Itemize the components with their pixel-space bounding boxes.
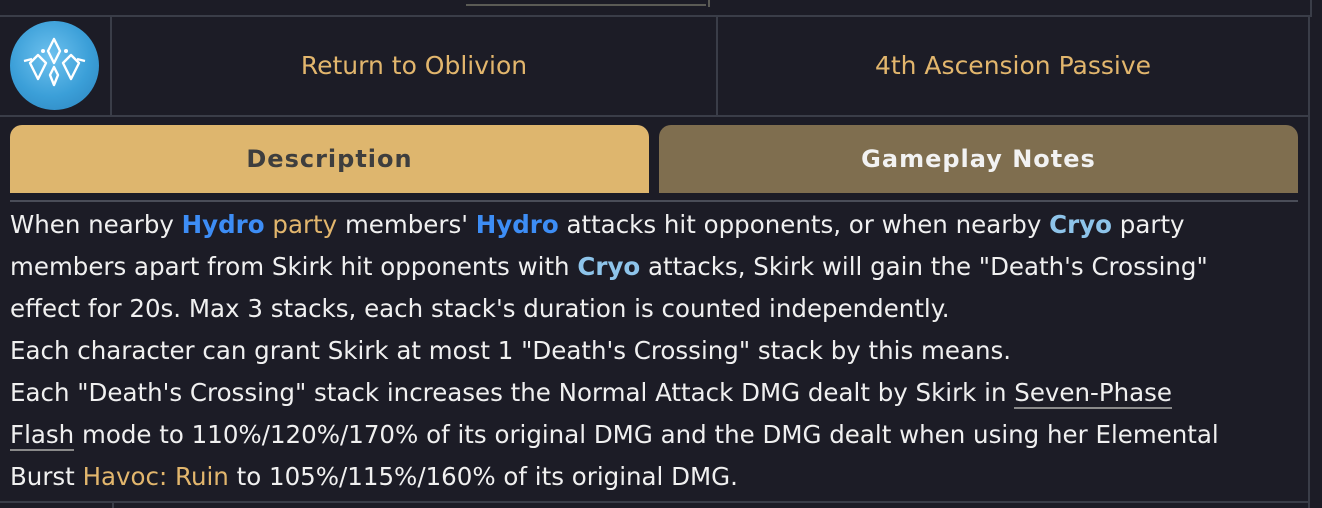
description-line: Each "Death's Crossing" stack increases … (10, 372, 1300, 414)
description-line: Flash mode to 110%/120%/170% of its orig… (10, 414, 1300, 456)
ability-type: 4th Ascension Passive (874, 50, 1152, 80)
description-line: effect for 20s. Max 3 stacks, each stack… (10, 294, 950, 323)
description-line: Burst Havoc: Ruin to 105%/115%/160% of i… (10, 456, 1300, 498)
text: party (1112, 210, 1185, 239)
table-right-border (1308, 117, 1310, 508)
text: members' (337, 210, 476, 239)
party-link[interactable]: party (272, 210, 337, 239)
hydro-keyword: Hydro (475, 210, 559, 239)
havoc-ruin-link[interactable]: Havoc: Ruin (83, 462, 229, 491)
tab-gameplay-notes[interactable]: Gameplay Notes (659, 125, 1298, 193)
skill-crystal-icon (10, 21, 99, 110)
ability-icon-cell (0, 15, 112, 115)
tab-description[interactable]: Description (10, 125, 649, 193)
link-underline-end (708, 0, 710, 7)
ability-name[interactable]: Return to Oblivion (112, 15, 718, 115)
description-line: When nearby Hydro party members' Hydro a… (10, 204, 1300, 246)
seven-phase-link[interactable]: Seven-Phase (1014, 378, 1172, 409)
link-underline (466, 4, 706, 6)
cryo-keyword: Cryo (1049, 210, 1113, 239)
ability-row: Return to Oblivion 4th Ascension Passive (0, 15, 1310, 117)
description-line: Each character can grant Skirk at most 1… (10, 336, 1012, 365)
hydro-keyword: Hydro (181, 210, 265, 239)
cryo-keyword: Cryo (577, 252, 641, 281)
description-line: members apart from Skirk hit opponents w… (10, 246, 1300, 288)
text: attacks, Skirk will gain the "Death's Cr… (640, 252, 1208, 281)
flash-link[interactable]: Flash (10, 420, 75, 451)
text: mode to 110%/120%/170% of its original D… (74, 420, 1219, 449)
text: to 105%/115%/160% of its original DMG. (228, 462, 738, 491)
next-row-divider (112, 501, 114, 508)
text: Burst (10, 462, 83, 491)
table-bottom-border (0, 501, 1310, 503)
text: Each "Death's Crossing" stack increases … (10, 378, 1015, 407)
text: When nearby (10, 210, 182, 239)
text: attacks hit opponents, or when nearby (558, 210, 1050, 239)
ability-description: When nearby Hydro party members' Hydro a… (10, 204, 1300, 498)
crystal-glyph (23, 37, 86, 87)
tab-divider (10, 200, 1298, 202)
text: members apart from Skirk hit opponents w… (10, 252, 578, 281)
